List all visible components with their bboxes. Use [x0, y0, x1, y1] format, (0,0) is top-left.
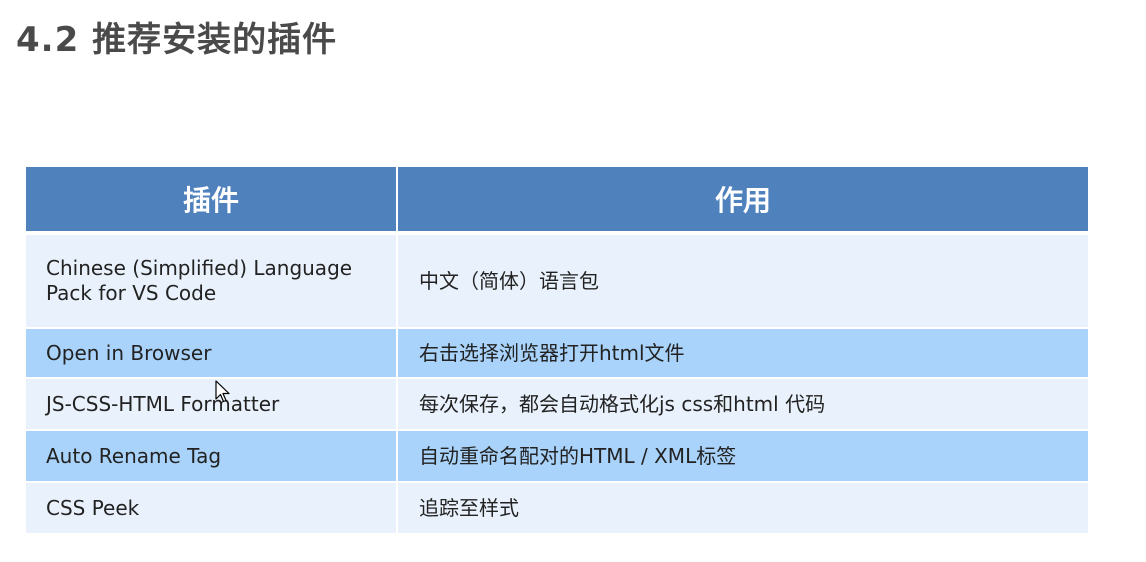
plugin-table: 插件 作用 Chinese (Simplified) Language Pack… [26, 167, 1088, 535]
plugin-name-cell: Chinese (Simplified) Language Pack for V… [26, 233, 398, 329]
plugin-purpose-cell: 右击选择浏览器打开html文件 [397, 328, 1088, 379]
header-purpose: 作用 [397, 167, 1088, 235]
table-row: Chinese (Simplified) Language Pack for V… [26, 233, 1088, 329]
plugin-name-cell: Auto Rename Tag [26, 430, 398, 483]
table-row: CSS Peek 追踪至样式 [26, 482, 1088, 535]
table-row: Auto Rename Tag 自动重命名配对的HTML / XML标签 [26, 430, 1088, 483]
mouse-pointer-icon [215, 380, 231, 404]
plugin-purpose-cell: 中文（简体）语言包 [397, 233, 1088, 329]
page-title: 4.2 推荐安装的插件 [16, 20, 338, 60]
table-header-row: 插件 作用 [26, 167, 1088, 235]
table-row: Open in Browser 右击选择浏览器打开html文件 [26, 328, 1088, 379]
plugin-purpose-cell: 自动重命名配对的HTML / XML标签 [397, 430, 1088, 483]
plugin-name-cell: CSS Peek [26, 482, 398, 535]
header-plugin: 插件 [26, 167, 398, 235]
plugin-name-cell: Open in Browser [26, 328, 398, 379]
plugin-name-cell: JS-CSS-HTML Formatter [26, 378, 398, 431]
plugin-purpose-cell: 每次保存，都会自动格式化js css和html 代码 [397, 378, 1088, 431]
table-row: JS-CSS-HTML Formatter 每次保存，都会自动格式化js css… [26, 378, 1088, 431]
plugin-purpose-cell: 追踪至样式 [397, 482, 1088, 535]
